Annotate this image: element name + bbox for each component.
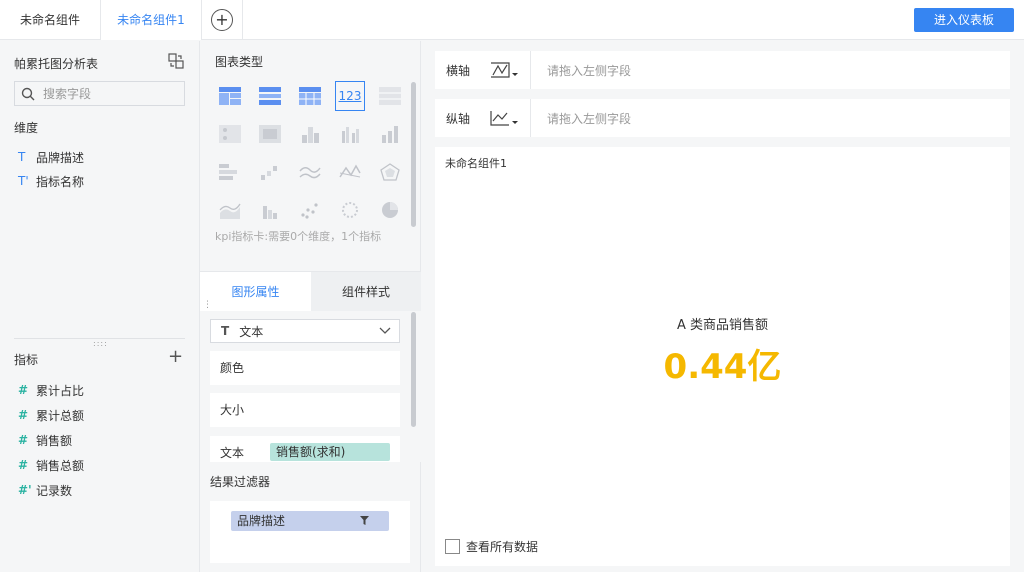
rose-chart-icon[interactable] — [335, 195, 365, 225]
dimension-label: 维度 — [14, 121, 39, 135]
number-type-icon: # — [18, 433, 29, 447]
search-icon — [21, 87, 35, 100]
chart-workspace: 横轴 请拖入左侧字段 纵轴 请拖入左侧字段 未命名组件1 A 类商品销售额 0.… — [421, 41, 1024, 572]
kpi-value: 0.44亿 — [663, 347, 782, 387]
text-property[interactable]: 文本 销售额(求和) — [210, 436, 400, 462]
map-table-icon[interactable] — [215, 119, 245, 149]
pie-chart-icon[interactable] — [375, 195, 405, 225]
scatter-chart-icon[interactable] — [295, 195, 325, 225]
text-type-icon: T — [18, 150, 26, 164]
chart-type-scrollbar[interactable] — [411, 82, 416, 227]
y-axis-placeholder: 请拖入左侧字段 — [547, 111, 632, 126]
metric-item[interactable]: #' 记录数 — [18, 481, 72, 499]
metric-item[interactable]: # 累计占比 — [18, 381, 84, 399]
dataset-title: 帕累托图分析表 — [14, 57, 99, 71]
text-calc-icon: T' — [18, 174, 29, 188]
metric-label: 指标 — [14, 353, 39, 367]
dimension-item[interactable]: T' 指标名称 — [18, 172, 84, 190]
y-axis-label: 纵轴 — [446, 111, 471, 126]
x-axis-shelf[interactable]: 横轴 请拖入左侧字段 — [435, 51, 1010, 89]
property-tabs: 图形属性 组件样式 — [200, 271, 421, 312]
property-scrollbar[interactable] — [411, 312, 416, 427]
pareto-icon[interactable] — [255, 195, 285, 225]
filter-field-pill[interactable]: 品牌描述 — [231, 511, 389, 531]
dimension-item[interactable]: T 品牌描述 — [18, 148, 84, 166]
cross-table-icon[interactable] — [295, 81, 325, 111]
tab-component-1[interactable]: 未命名组件1 — [101, 0, 202, 40]
number-type-icon: # — [18, 408, 29, 422]
metric-item[interactable]: # 累计总额 — [18, 406, 84, 424]
plus-icon: + — [211, 9, 233, 31]
color-property[interactable]: 颜色 — [210, 351, 400, 385]
text-field-pill[interactable]: 销售额(求和) — [270, 443, 390, 461]
chart-canvas: 未命名组件1 A 类商品销售额 0.44亿 查看所有数据 — [435, 147, 1010, 566]
chart-type-hint: kpi指标卡:需要0个维度，1个指标 — [215, 230, 382, 243]
x-axis-placeholder: 请拖入左侧字段 — [547, 63, 632, 78]
number-calc-icon: #' — [18, 483, 32, 497]
kpi-card-icon[interactable]: 123 — [335, 81, 365, 111]
size-property[interactable]: 大小 — [210, 393, 400, 427]
text-mark-icon: T — [221, 324, 230, 338]
number-type-icon: # — [18, 383, 29, 397]
chart-config-panel: 图表类型 123 kpi指标卡:需要0个维度，1个指标 图形属性 组件样式 T — [200, 41, 421, 572]
chevron-down-icon — [379, 327, 391, 334]
top-bar: 未命名组件 未命名组件1 + 进入仪表板 — [0, 0, 1024, 40]
horizontal-bar-icon[interactable] — [215, 157, 245, 187]
x-axis-type-icon[interactable] — [483, 51, 531, 89]
enter-dashboard-button[interactable]: 进入仪表板 — [914, 8, 1014, 32]
property-area: T 文本 颜色 大小 文本 销售额(求和) — [200, 311, 421, 462]
grouped-bar-icon[interactable] — [335, 119, 365, 149]
show-all-data-checkbox[interactable]: 查看所有数据 — [445, 538, 538, 555]
detail-table-icon[interactable] — [375, 81, 405, 111]
radar-chart-icon[interactable] — [375, 157, 405, 187]
add-tab-button[interactable]: + — [202, 0, 243, 40]
search-placeholder: 搜索字段 — [43, 87, 92, 101]
metric-item[interactable]: # 销售额 — [18, 431, 72, 449]
area-chart-icon[interactable] — [215, 195, 245, 225]
y-axis-shelf[interactable]: 纵轴 请拖入左侧字段 — [435, 99, 1010, 137]
chart-type-title: 图表类型 — [215, 55, 264, 69]
number-type-icon: # — [18, 458, 29, 472]
y-axis-type-icon[interactable] — [483, 99, 531, 137]
field-panel: 帕累托图分析表 搜索字段 维度 T 品牌描述 T' 指标名称 :::: 指标 + #… — [0, 41, 200, 572]
switch-dataset-icon[interactable] — [168, 53, 184, 69]
stacked-bar-icon[interactable] — [295, 119, 325, 149]
add-metric-button[interactable]: + — [168, 348, 183, 366]
bar-chart-icon[interactable] — [375, 119, 405, 149]
tab-graph-properties[interactable]: 图形属性 — [200, 272, 311, 312]
filter-drop-area[interactable]: 品牌描述 — [210, 501, 410, 563]
combo-line-icon[interactable] — [335, 157, 365, 187]
panel-grip-icon[interactable]: ⋮ — [203, 300, 212, 310]
x-axis-label: 横轴 — [446, 63, 471, 78]
table-chart-icon[interactable] — [215, 81, 245, 111]
mark-type-select[interactable]: T 文本 — [210, 319, 400, 343]
line-chart-icon[interactable] — [295, 157, 325, 187]
field-search-input[interactable]: 搜索字段 — [14, 81, 185, 106]
checkbox-box[interactable] — [445, 539, 460, 554]
filter-title: 结果过滤器 — [210, 475, 271, 489]
tab-component[interactable]: 未命名组件 — [0, 0, 101, 40]
component-name[interactable]: 未命名组件1 — [445, 155, 507, 171]
waterfall-icon[interactable] — [255, 157, 285, 187]
heat-map-icon[interactable] — [255, 119, 285, 149]
kpi-title: A 类商品销售额 — [676, 318, 769, 333]
filter-icon[interactable] — [360, 516, 369, 526]
grouped-table-icon[interactable] — [255, 81, 285, 111]
resize-grip-icon[interactable]: :::: — [93, 339, 108, 348]
metric-item[interactable]: # 销售总额 — [18, 456, 84, 474]
tab-component-style[interactable]: 组件样式 — [311, 272, 421, 312]
